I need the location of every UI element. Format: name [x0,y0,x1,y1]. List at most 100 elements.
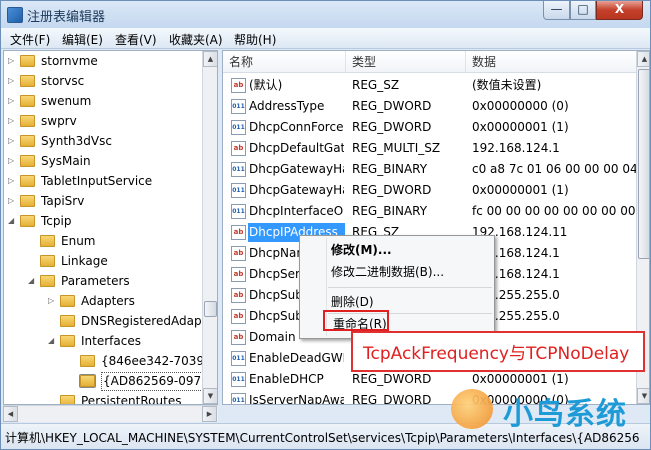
menu-file[interactable]: 文件(F) [10,31,50,48]
tree-node[interactable]: Linkage [4,251,202,271]
value-type: REG_BINARY [352,204,428,218]
tree-node[interactable]: ▷ storvsc [4,71,202,91]
value-data: 0x00000000 (0) [472,99,569,113]
expand-arrow-icon[interactable]: ▷ [8,116,16,126]
expand-arrow-icon[interactable]: ▷ [8,56,16,66]
expand-arrow-icon[interactable]: ▷ [8,196,16,206]
tree-node-label: Tcpip [41,214,72,228]
menu-favorites[interactable]: 收藏夹(A) [169,31,223,48]
tree-node[interactable]: {AD862569-0979- [4,371,216,391]
value-row[interactable]: 011DhcpGatewayHardware REG_BINARY c0 a8 7c… [223,159,638,180]
value-type: REG_BINARY [352,162,428,176]
tree-node-label: Adapters [81,294,135,308]
expand-arrow-icon[interactable]: ▷ [8,156,16,166]
scroll-up-arrow-icon[interactable]: ▲ [203,51,217,67]
tree-node[interactable]: ▷ Adapters [4,291,202,311]
annotation-box: TcpAckFrequency与TCPNoDelay [351,331,645,372]
value-row[interactable]: 011 AddressType REG_DWORD 0x00000000 (0) [223,96,636,117]
title-bar[interactable]: 注册表编辑器 — □ X [1,1,650,28]
folder-icon [40,275,55,287]
folder-icon [80,355,95,367]
value-name: DhcpConnForceBroadcastFlag [249,120,344,134]
tree-node-label: swenum [41,94,92,108]
column-data-header[interactable]: 数据 [466,51,636,73]
value-data: fc 00 00 00 00 00 00 00 00 [472,204,636,218]
context-delete[interactable]: 删除(D) [331,293,374,310]
value-name: IsServerNapAware [249,393,344,405]
folder-icon [80,375,95,387]
expand-arrow-icon[interactable]: ▷ [8,96,16,106]
menu-edit[interactable]: 编辑(E) [62,31,103,48]
menu-help[interactable]: 帮助(H) [234,31,276,48]
string-value-icon: ab [231,288,246,303]
registry-editor-window: 注册表编辑器 — □ X 文件(F) 编辑(E) 查看(V) 收藏夹(A) 帮助… [0,0,651,450]
maximize-button[interactable]: □ [570,1,596,20]
folder-icon [40,255,55,267]
scroll-right-arrow-icon[interactable]: ▶ [202,406,217,422]
value-type: REG_DWORD [352,372,432,386]
tree-node[interactable]: ◢ Interfaces [4,331,202,351]
value-type: REG_DWORD [352,99,432,113]
tree-node-label: stornvme [41,54,98,68]
value-row[interactable]: 011DhcpConnForceBroadcastFlag REG_DWORD 0x… [223,117,636,138]
binary-value-icon: 011 [231,183,246,198]
tree-node[interactable]: ▷ TapiSrv [4,191,202,211]
tree-node[interactable]: {846ee342-7039-1 [4,351,216,371]
tree-node[interactable]: ▷ SysMain [4,151,202,171]
scroll-left-arrow-icon[interactable]: ◀ [3,406,18,422]
menu-view[interactable]: 查看(V) [115,31,157,48]
tree-node[interactable]: ◢ Tcpip [4,211,202,231]
tree-node-label: Enum [61,234,96,248]
value-row[interactable]: abDhcpDefaultGateway REG_MULTI_SZ 192.168.… [223,138,636,159]
value-name: AddressType [249,99,325,113]
tree-node[interactable]: ▷ swenum [4,91,202,111]
tree-node[interactable]: ▷ TabletInputService [4,171,202,191]
close-button[interactable]: X [596,1,643,20]
folder-icon [40,235,55,247]
expand-arrow-icon[interactable]: ▷ [8,136,16,146]
binary-value-icon: 011 [231,372,246,387]
expand-arrow-icon[interactable]: ▷ [8,76,16,86]
annotation-text: TcpAckFrequency与TCPNoDelay [363,344,630,364]
expand-arrow-icon[interactable]: ◢ [28,276,36,286]
tree-node[interactable]: ◢ Parameters [4,271,202,291]
value-name: DhcpInterfaceOptions [249,204,344,218]
value-type: REG_DWORD [352,183,432,197]
tree-node-label: TapiSrv [41,194,85,208]
value-name: EnableDHCP [249,372,324,386]
tree-node[interactable]: DNSRegisteredAdap [4,311,202,331]
folder-icon [20,75,35,87]
expand-arrow-icon[interactable]: ◢ [8,216,16,226]
context-modify-binary[interactable]: 修改二进制数据(B)... [331,263,444,280]
scroll-down-arrow-icon[interactable]: ▼ [203,388,217,404]
value-name: DhcpGatewayHardware [249,162,344,176]
tree-node[interactable]: ▷ Synth3dVsc [4,131,202,151]
binary-value-icon: 011 [231,162,246,177]
column-type-header[interactable]: 类型 [346,51,466,73]
string-value-icon: ab [231,246,246,261]
values-scroll-thumb[interactable] [638,69,649,259]
scroll-thumb[interactable] [204,301,217,317]
bird-logo-icon [451,389,493,429]
tree-node[interactable]: ▷ stornvme [4,51,202,71]
minimize-button[interactable]: — [543,1,570,20]
value-row[interactable]: ab (默认) REG_SZ (数值未设置) [223,75,636,96]
tree-node[interactable]: PersistentRoutes [4,391,202,404]
binary-value-icon: 011 [231,351,246,366]
expand-arrow-icon[interactable]: ▷ [8,176,16,186]
expand-arrow-icon[interactable]: ◢ [48,336,56,346]
value-data: 192.168.124.1 [472,141,560,155]
tree-horizontal-scrollbar[interactable]: ◀ ▶ [3,405,218,422]
tree-vertical-scrollbar[interactable]: ▲ ▼ [202,51,217,404]
value-name: DhcpGatewayHardwareCount [249,183,344,197]
tree-node[interactable]: Enum [4,231,202,251]
context-modify[interactable]: 修改(M)... [331,241,392,258]
value-row[interactable]: 011DhcpInterfaceOptions REG_BINARY fc 00 0… [223,201,636,222]
expand-arrow-icon[interactable]: ▷ [48,296,56,306]
tree-node-label: swprv [41,114,77,128]
value-row[interactable]: 011DhcpGatewayHardwareCount REG_DWORD 0x00… [223,180,636,201]
tree-node[interactable]: ▷ swprv [4,111,202,131]
values-scroll-up-arrow-icon[interactable]: ▲ [637,51,649,67]
key-tree-pane[interactable]: ▷ stornvme ▷ storvsc ▷ swenum ▷ swprv ▷ Synth3dVs… [3,50,218,405]
column-name-header[interactable]: 名称 [223,51,346,73]
